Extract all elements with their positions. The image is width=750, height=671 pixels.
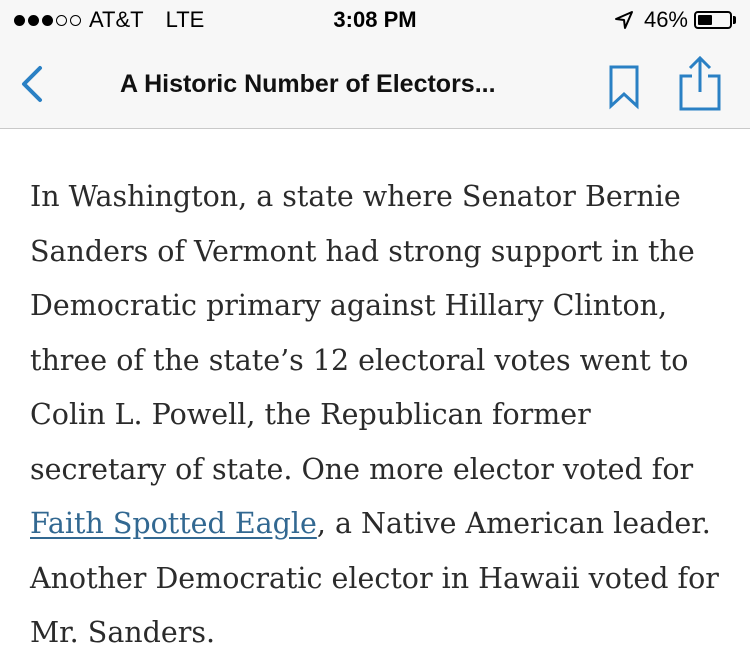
bookmark-icon [609,65,639,110]
status-bar: AT&T LTE 3:08 PM 46% [0,0,750,40]
article-paragraph: In Washington, a state where Senator Ber… [30,170,730,661]
battery-body [694,11,732,29]
back-chevron-icon [22,66,42,102]
location-arrow-icon [614,11,633,29]
battery-icon [694,11,736,29]
paragraph-text: In Washington, a state where Senator Ber… [30,180,695,486]
battery-fill [698,15,712,25]
battery-tip [733,16,736,24]
faith-spotted-eagle-link[interactable]: Faith Spotted Eagle [30,507,317,540]
status-right: 46% [614,8,736,32]
navigation-bar: A Historic Number of Electors... [0,40,750,129]
share-icon [679,55,721,111]
article-title: A Historic Number of Electors... [120,70,496,98]
bookmark-button[interactable] [604,62,644,112]
share-button[interactable] [676,54,724,112]
battery-percent: 46% [643,7,688,32]
back-button[interactable] [14,62,50,106]
